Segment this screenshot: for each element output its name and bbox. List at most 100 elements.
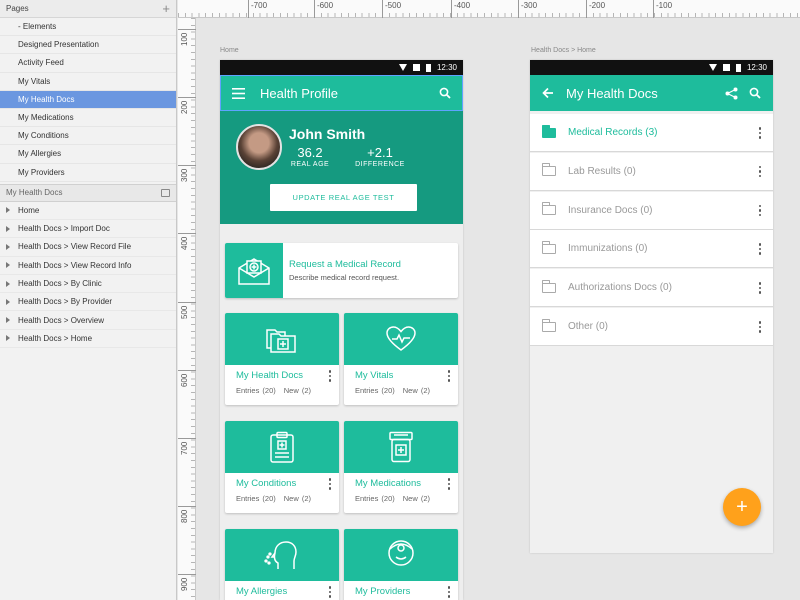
tile-new: New (2): [402, 494, 431, 503]
doc-category-row[interactable]: Authorizations Docs (0): [530, 269, 773, 308]
artboard-label-home[interactable]: Home: [220, 47, 239, 54]
page-item[interactable]: My Providers: [0, 164, 176, 182]
disclosure-triangle-icon[interactable]: [6, 280, 10, 287]
doc-category-label: Authorizations Docs (0): [568, 282, 672, 294]
doc-category-row[interactable]: Insurance Docs (0): [530, 191, 773, 230]
pages-header-label: Pages: [6, 4, 29, 13]
tile-title: My Medications: [355, 478, 421, 489]
more-options-icon[interactable]: [758, 243, 761, 255]
artboard-item[interactable]: Health Docs > Import Doc: [0, 220, 176, 239]
update-real-age-button[interactable]: UPDATE REAL AGE TEST: [270, 184, 417, 211]
real-age-value: 36.2: [297, 145, 323, 160]
ruler-tick-label: -300: [518, 0, 537, 18]
doc-category-row[interactable]: Immunizations (0): [530, 230, 773, 269]
status-bar: 12:30: [220, 60, 463, 75]
tile-new: New (2): [283, 494, 312, 503]
folder-icon: [541, 124, 556, 138]
wifi-icon: [398, 64, 407, 71]
artboards-header-label: My Health Docs: [6, 188, 63, 198]
tile-card[interactable]: My Providers: [344, 529, 458, 600]
add-fab-button[interactable]: +: [723, 488, 761, 526]
tile-card[interactable]: My Health Docs Entries (20) New (2): [225, 313, 339, 405]
disclosure-triangle-icon[interactable]: [6, 298, 10, 305]
tile-card[interactable]: My Medications Entries (20) New (2): [344, 421, 458, 513]
more-options-icon[interactable]: [447, 478, 450, 490]
artboard-item-label: Health Docs > Import Doc: [18, 224, 110, 234]
more-options-icon[interactable]: [328, 370, 331, 382]
more-options-icon[interactable]: [758, 165, 761, 178]
ruler-tick: 200: [178, 97, 196, 114]
artboard-item[interactable]: Health Docs > Overview: [0, 311, 176, 330]
more-options-icon[interactable]: [328, 586, 331, 598]
ruler-tick: 800: [178, 506, 196, 523]
artboard-list: Home Health Docs > Import Doc Health Docs …: [0, 202, 176, 349]
collapse-icon[interactable]: [161, 188, 170, 197]
search-icon[interactable]: [437, 85, 453, 101]
add-page-icon[interactable]: +: [162, 2, 170, 15]
tile-card[interactable]: My Allergies: [225, 529, 339, 600]
folder-icon: [541, 240, 556, 254]
doc-category-row[interactable]: Lab Results (0): [530, 152, 773, 191]
artboard-item[interactable]: Health Docs > By Provider: [0, 293, 176, 312]
tile-entries: Entries (20): [355, 494, 395, 503]
artboard-item[interactable]: Home: [0, 202, 176, 220]
more-options-icon[interactable]: [328, 478, 331, 490]
disclosure-triangle-icon[interactable]: [6, 225, 10, 232]
page-item[interactable]: My Conditions: [0, 127, 176, 146]
back-arrow-icon[interactable]: [540, 85, 556, 101]
search-icon[interactable]: [747, 85, 763, 101]
artboard-item[interactable]: Health Docs > Home: [0, 330, 176, 349]
ruler-tick: 400: [178, 233, 196, 250]
artboard-item[interactable]: Health Docs > View Record File: [0, 238, 176, 257]
more-options-icon[interactable]: [758, 282, 761, 294]
menu-icon[interactable]: [230, 85, 246, 101]
more-options-icon[interactable]: [758, 127, 761, 139]
doc-category-label: Other (0): [568, 321, 609, 332]
doc-category-row[interactable]: Other (0): [530, 308, 773, 346]
page-item[interactable]: Activity Feed: [0, 54, 176, 73]
page-item[interactable]: Designed Presentation: [0, 36, 176, 55]
real-age-stat: 36.2 REAL AGE: [289, 145, 331, 168]
ruler-tick-label: 900: [180, 577, 189, 591]
artboard-home: 12:30 Health Profile John Smith 36.2 REA…: [220, 60, 463, 600]
pages-list: - Elements Designed Presentation Activity …: [0, 18, 176, 182]
page-item[interactable]: My Allergies: [0, 145, 176, 164]
tile-card[interactable]: My Vitals Entries (20) New (2): [344, 313, 458, 405]
page-item[interactable]: - Elements: [0, 18, 176, 37]
doc-category-label: Medical Records (3): [568, 127, 658, 138]
tile-card[interactable]: My Conditions Entries (20) New (2): [225, 421, 339, 513]
difference-label: DIFFERENCE: [355, 161, 405, 168]
artboard-item[interactable]: Health Docs > By Clinic: [0, 275, 176, 294]
more-options-icon[interactable]: [447, 586, 450, 598]
artboard-item[interactable]: Health Docs > View Record Info: [0, 257, 176, 275]
disclosure-triangle-icon[interactable]: [6, 243, 10, 250]
pill-bottle-icon: [344, 421, 458, 473]
signal-icon: [412, 64, 420, 71]
page-item[interactable]: My Vitals: [0, 73, 176, 91]
ruler-tick: 300: [178, 165, 196, 182]
doc-category-row[interactable]: Medical Records (3): [530, 114, 773, 152]
tile-title: My Providers: [355, 586, 411, 597]
disclosure-triangle-icon[interactable]: [6, 317, 10, 324]
disclosure-triangle-icon[interactable]: [6, 262, 10, 269]
profile-name: John Smith: [289, 126, 366, 142]
disclosure-triangle-icon[interactable]: [6, 335, 10, 342]
more-options-icon[interactable]: [447, 370, 450, 382]
artboard-item-label: Health Docs > By Clinic: [18, 279, 102, 289]
page-item[interactable]: My Medications: [0, 109, 176, 128]
doc-category-label: Lab Results (0): [568, 165, 636, 177]
tile-entries: Entries (20): [236, 386, 276, 395]
request-record-card[interactable]: Request a Medical Record Describe medica…: [225, 243, 458, 298]
request-description: Describe medical record request.: [289, 273, 400, 282]
page-item[interactable]: My Health Docs: [0, 90, 176, 109]
more-options-icon[interactable]: [758, 204, 761, 217]
artboard-label-docs[interactable]: Health Docs > Home: [531, 47, 596, 54]
tile-meta: Entries (20) New (2): [355, 386, 430, 395]
more-options-icon[interactable]: [758, 321, 761, 333]
request-title: Request a Medical Record: [289, 259, 401, 270]
doc-category-label: Immunizations (0): [568, 243, 648, 255]
disclosure-triangle-icon[interactable]: [6, 207, 10, 214]
share-icon[interactable]: [723, 85, 739, 101]
ruler-tick: 600: [178, 370, 196, 387]
folder-icon: [541, 279, 556, 293]
